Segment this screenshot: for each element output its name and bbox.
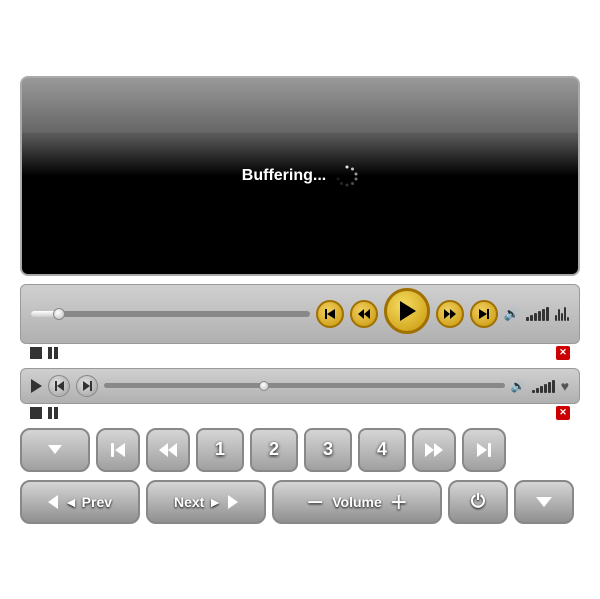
fast-forward-button[interactable] bbox=[436, 300, 464, 328]
prev-button[interactable]: ◄ Prev bbox=[20, 480, 140, 524]
volume-bars-secondary bbox=[532, 379, 555, 393]
stop-button[interactable] bbox=[30, 347, 42, 359]
volume-icon-small[interactable]: 🔊 bbox=[511, 379, 526, 393]
play-button[interactable] bbox=[384, 288, 430, 334]
track-bar[interactable] bbox=[104, 383, 505, 388]
skip-end-small-button[interactable] bbox=[76, 375, 98, 397]
main-controls-bar: 🔊 bbox=[20, 284, 580, 344]
skip-to-start-button[interactable] bbox=[316, 300, 344, 328]
skip-start-num-button[interactable] bbox=[96, 428, 140, 472]
track-thumb[interactable] bbox=[259, 381, 269, 391]
buffering-text: Buffering... bbox=[242, 167, 326, 185]
chevron-down-icon bbox=[48, 445, 62, 454]
pause-button[interactable] bbox=[48, 347, 58, 359]
progress-bar[interactable] bbox=[31, 311, 310, 317]
power-icon: ⏻ bbox=[471, 491, 485, 512]
number-1-button[interactable]: 1 bbox=[196, 428, 244, 472]
stop-button-secondary[interactable] bbox=[30, 407, 42, 419]
rewind-button[interactable] bbox=[350, 300, 378, 328]
red-x-badge-secondary[interactable]: ✕ bbox=[556, 406, 570, 420]
next-label: Next ► bbox=[174, 494, 222, 510]
favorite-button[interactable]: ♥ bbox=[561, 378, 569, 394]
skip-to-end-button[interactable] bbox=[470, 300, 498, 328]
volume-controls: － Volume ＋ bbox=[272, 480, 442, 524]
volume-minus-button[interactable]: － bbox=[306, 489, 324, 515]
equalizer-icon[interactable] bbox=[555, 307, 569, 321]
dropdown-button[interactable] bbox=[20, 428, 90, 472]
down-arrow-button[interactable] bbox=[514, 480, 574, 524]
pause-button-secondary[interactable] bbox=[48, 407, 58, 419]
power-button[interactable]: ⏻ bbox=[448, 480, 508, 524]
prev-arrow-icon bbox=[48, 495, 58, 509]
fast-forward-icon bbox=[444, 309, 456, 319]
ffwd-num-button[interactable] bbox=[412, 428, 456, 472]
red-x-badge[interactable]: ✕ bbox=[556, 346, 570, 360]
skip-to-end-icon bbox=[479, 309, 489, 319]
down-arrow-icon bbox=[536, 497, 552, 507]
prev-label: ◄ Prev bbox=[64, 494, 112, 510]
play-icon bbox=[400, 301, 416, 321]
buffering-area: Buffering... bbox=[242, 165, 358, 187]
number-3-button[interactable]: 3 bbox=[304, 428, 352, 472]
volume-speaker-icon[interactable]: 🔊 bbox=[504, 306, 520, 322]
rewind-num-button[interactable] bbox=[146, 428, 190, 472]
media-player: Buffering... bbox=[20, 76, 580, 524]
number-buttons-row: 1 2 3 4 bbox=[20, 428, 580, 472]
bottom-controls-row: ◄ Prev Next ► － Volume ＋ ⏻ bbox=[20, 480, 580, 524]
spinner-icon bbox=[336, 165, 358, 187]
secondary-controls-bar: 🔊 ♥ bbox=[20, 368, 580, 404]
number-2-button[interactable]: 2 bbox=[250, 428, 298, 472]
play-small-button[interactable] bbox=[31, 379, 42, 393]
volume-bars bbox=[526, 307, 549, 321]
progress-thumb[interactable] bbox=[53, 308, 65, 320]
skip-to-start-icon bbox=[325, 309, 335, 319]
rewind-icon bbox=[358, 309, 370, 319]
skip-start-small-button[interactable] bbox=[48, 375, 70, 397]
number-4-button[interactable]: 4 bbox=[358, 428, 406, 472]
volume-label: Volume bbox=[332, 494, 382, 510]
next-button[interactable]: Next ► bbox=[146, 480, 266, 524]
skip-end-num-button[interactable] bbox=[462, 428, 506, 472]
video-screen: Buffering... bbox=[20, 76, 580, 276]
volume-plus-button[interactable]: ＋ bbox=[390, 489, 408, 515]
next-arrow-icon bbox=[228, 495, 238, 509]
